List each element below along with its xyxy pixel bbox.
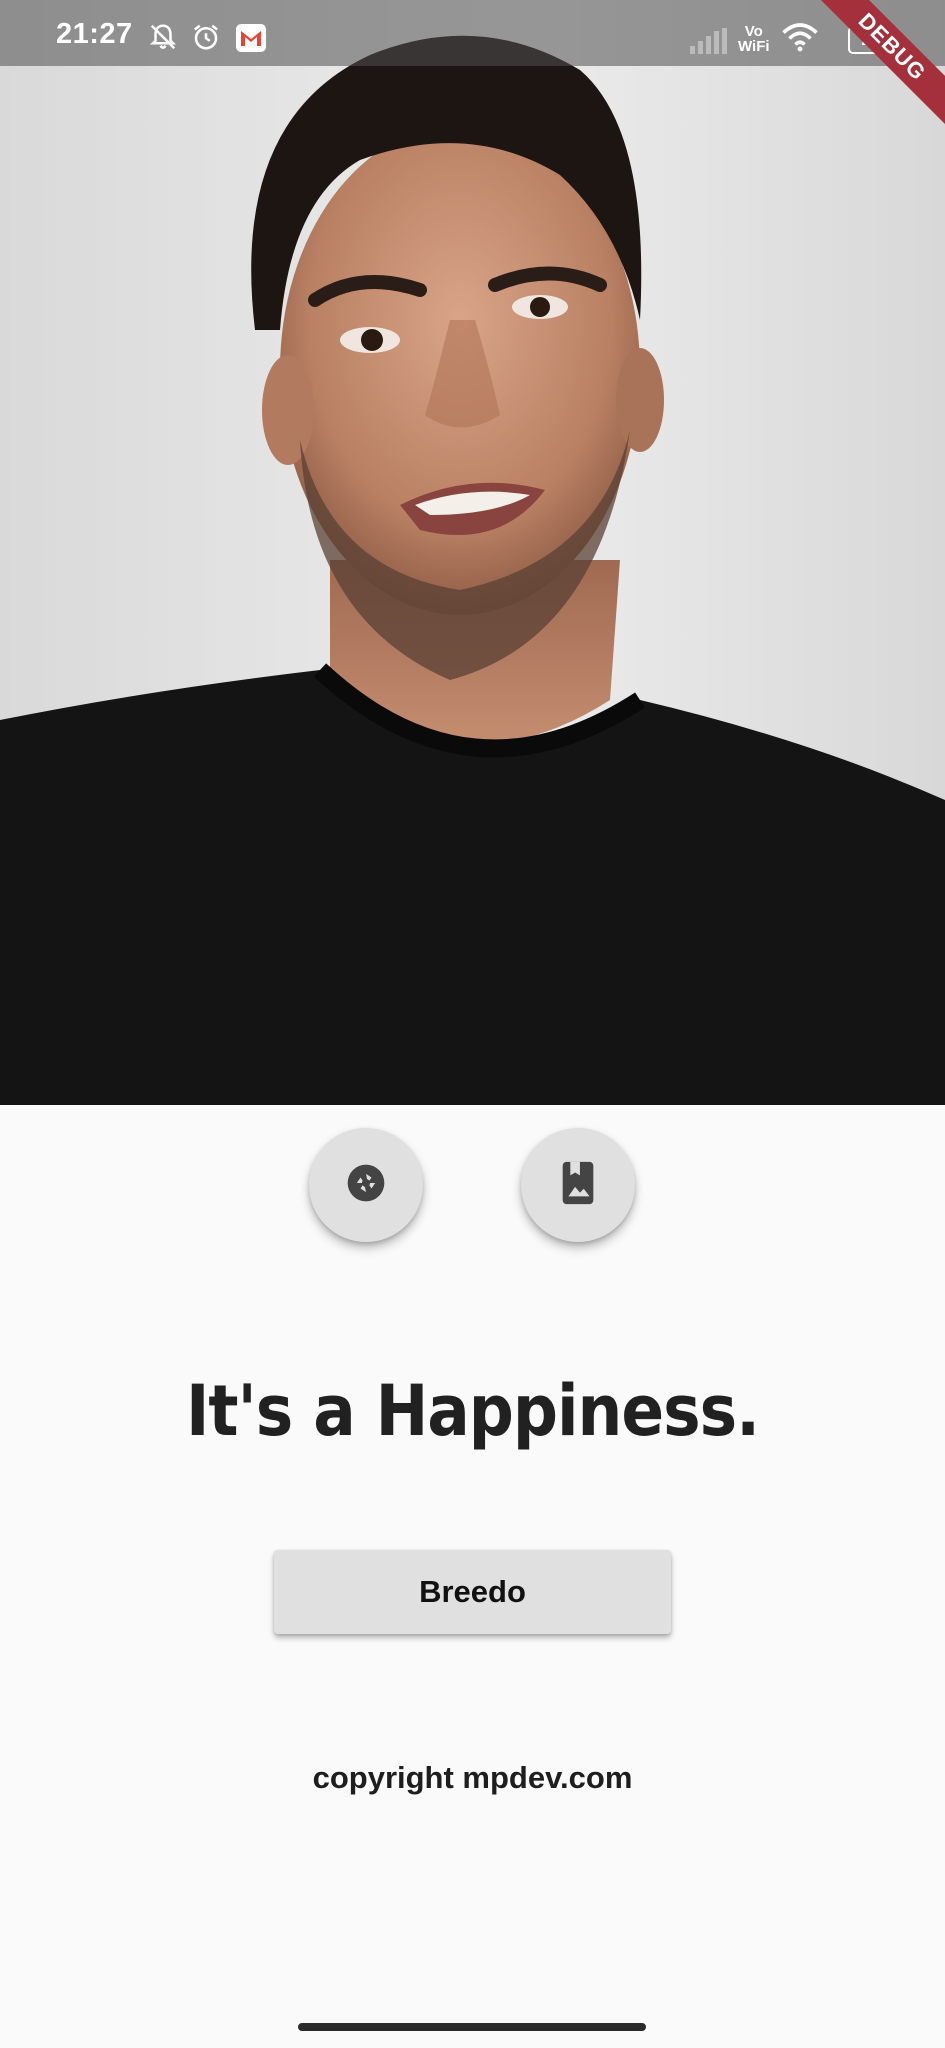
vowifi-bottom-label: WiFi	[738, 38, 770, 55]
breedo-button-label: Breedo	[419, 1574, 526, 1609]
breedo-button[interactable]: Breedo	[274, 1550, 671, 1634]
status-time: 21:27	[56, 18, 133, 50]
home-indicator[interactable]	[298, 2023, 646, 2031]
gallery-button[interactable]	[521, 1128, 635, 1242]
wifi-icon	[782, 22, 818, 57]
copyright-text: copyright mpdev.com	[312, 1760, 633, 1795]
gmail-icon	[236, 24, 266, 57]
camera-shutter-icon	[344, 1161, 388, 1210]
selfie-illustration	[0, 35, 945, 1105]
alarm-icon	[191, 22, 221, 57]
camera-button[interactable]	[309, 1128, 423, 1242]
vowifi-icon: Vo WiFi	[738, 24, 770, 54]
selfie-photo	[0, 0, 945, 1105]
signal-icon	[690, 28, 728, 59]
status-bar: 21:27 Vo WiFi 28 DEBUG	[0, 0, 945, 141]
bell-off-icon	[148, 22, 178, 57]
headline: It's a Happiness.	[185, 1370, 760, 1452]
photo-album-icon	[558, 1160, 598, 1211]
